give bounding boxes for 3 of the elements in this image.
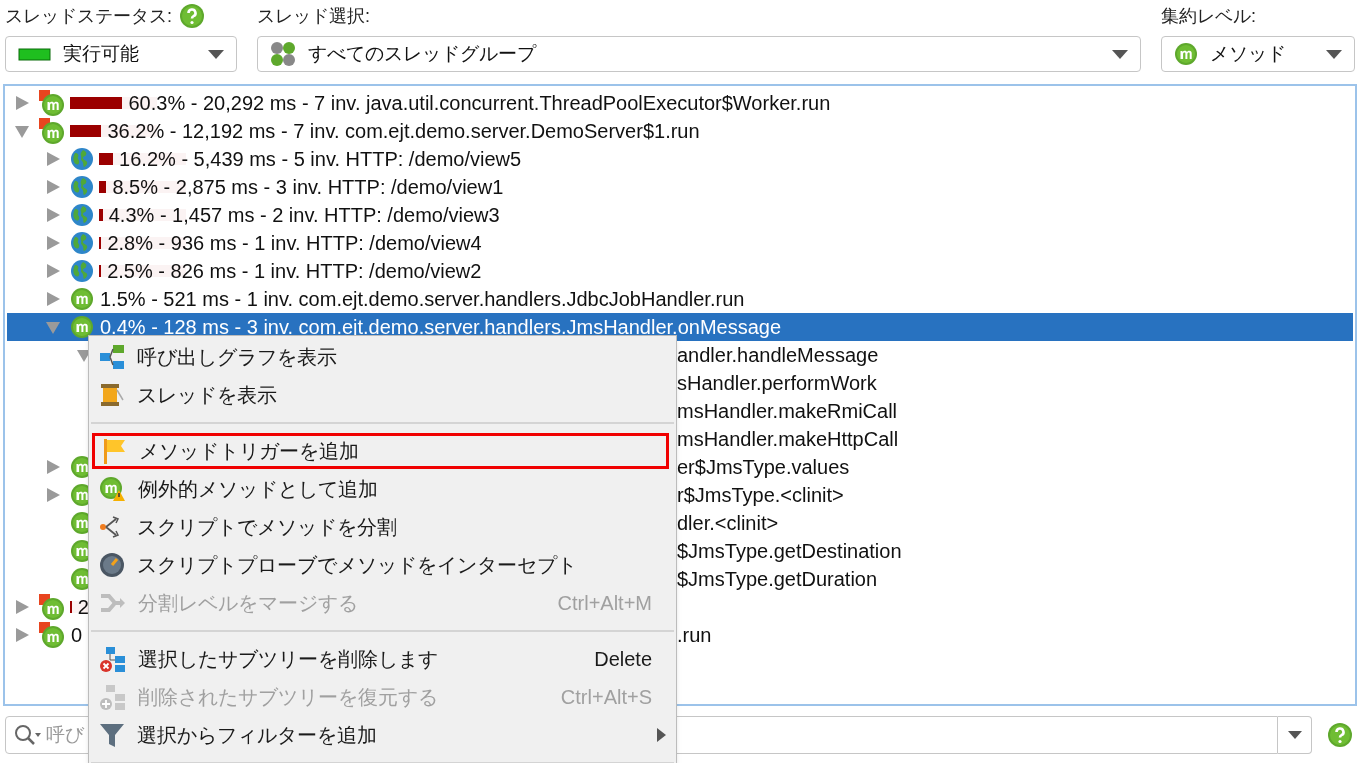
filter-label: スレッドステータス: [5, 4, 172, 28]
filter-label: 集約レベル: [1161, 4, 1256, 28]
filter-label: スレッド選択: [257, 4, 370, 28]
